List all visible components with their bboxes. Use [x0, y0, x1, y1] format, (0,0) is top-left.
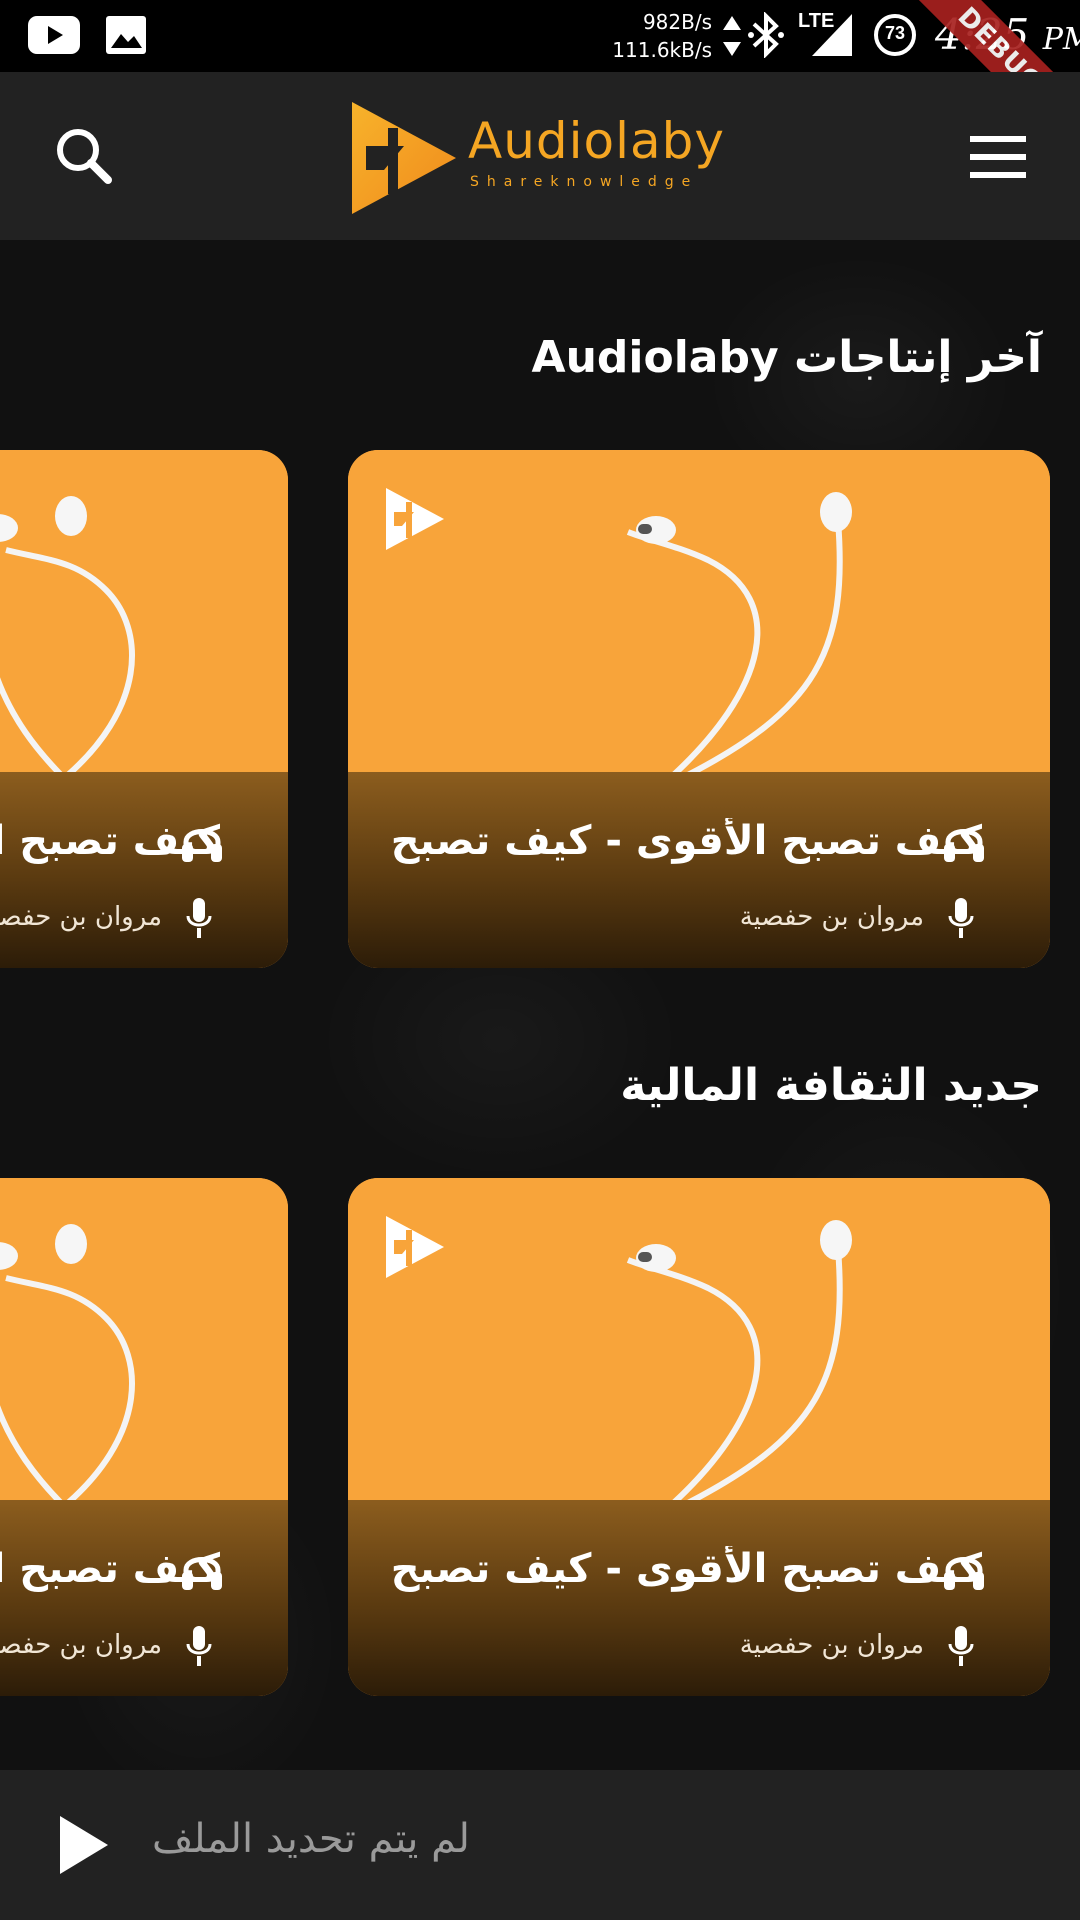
network-speed: 982B/s 111.6kB/s [590, 8, 712, 64]
card-footer: كيف تصبح الأقوى - كيف تصبح مروان بن حفصي… [348, 1500, 1050, 1696]
card-author: مروان بن حفصية [739, 1630, 924, 1660]
headphones-icon [182, 829, 222, 862]
battery-icon: 73 [874, 14, 916, 56]
hamburger-menu-icon[interactable] [960, 132, 1036, 182]
app-logo: Audiolaby Shareknowledge [350, 94, 730, 218]
earphones-image [0, 450, 288, 772]
card-footer: كيف تصبح الأقوى - كيف تصبح مروان بن حفصي… [0, 1500, 288, 1696]
card-author: مروان بن حفصية [739, 902, 924, 932]
audiolaby-logo-icon [386, 1216, 444, 1278]
microphone-icon [948, 898, 974, 938]
card-author: مروان بن حفصية [0, 1630, 162, 1660]
battery-percent: 73 [884, 23, 906, 43]
card-title: كيف تصبح الأقوى - كيف تصبح [390, 818, 982, 864]
card-author: مروان بن حفصية [0, 902, 162, 932]
earphones-image [348, 1178, 1050, 1500]
status-bar: 982B/s 111.6kB/s LTE 73 4:25 PM [0, 0, 1080, 72]
section-title: جديد الثقافة المالية [620, 1060, 1042, 1111]
app-name: Audiolaby [468, 112, 725, 170]
audio-card[interactable]: كيف تصبح الأقوى - كيف تصبح مروان بن حفصي… [0, 1178, 288, 1696]
search-icon[interactable] [50, 122, 118, 190]
app-tagline: Shareknowledge [470, 174, 699, 190]
audiolaby-logo-icon [352, 102, 456, 214]
microphone-icon [948, 1626, 974, 1666]
microphone-icon [186, 898, 212, 938]
card-footer: كيف تصبح الأقوى - كيف تصبح مروان بن حفصي… [0, 772, 288, 968]
signal-icon [812, 14, 852, 56]
earphones-image [0, 1178, 288, 1500]
clock-ampm: PM [1042, 22, 1080, 57]
earphones-image [348, 450, 1050, 772]
mini-player: لم يتم تحديد الملف [0, 1770, 1080, 1920]
youtube-icon [28, 16, 80, 54]
play-icon[interactable] [58, 1814, 110, 1876]
data-arrows-icon [723, 16, 741, 56]
audio-card[interactable]: كيف تصبح الأقوى - كيف تصبح مروان بن حفصي… [348, 1178, 1050, 1696]
app-bar: Audiolaby Shareknowledge [0, 72, 1080, 240]
audio-card[interactable]: كيف تصبح الأقوى - كيف تصبح مروان بن حفصي… [348, 450, 1050, 968]
net-down: 982B/s [642, 10, 712, 34]
audiolaby-logo-icon [386, 488, 444, 550]
net-up: 111.6kB/s [612, 38, 712, 62]
section-title: آخر إنتاجات Audiolaby [531, 332, 1042, 383]
gallery-icon [106, 16, 146, 54]
player-status-text: لم يتم تحديد الملف [152, 1816, 470, 1862]
card-title: كيف تصبح الأقوى - كيف تصبح [390, 1546, 982, 1592]
audio-card[interactable]: كيف تصبح الأقوى - كيف تصبح مروان بن حفصي… [0, 450, 288, 968]
content-area[interactable]: آخر إنتاجات Audiolaby كيف تصبح الأقوى - … [0, 240, 1080, 1770]
card-footer: كيف تصبح الأقوى - كيف تصبح مروان بن حفصي… [348, 772, 1050, 968]
headphones-icon [182, 1557, 222, 1590]
headphones-icon [944, 829, 984, 862]
bluetooth-icon [748, 12, 784, 58]
microphone-icon [186, 1626, 212, 1666]
headphones-icon [944, 1557, 984, 1590]
